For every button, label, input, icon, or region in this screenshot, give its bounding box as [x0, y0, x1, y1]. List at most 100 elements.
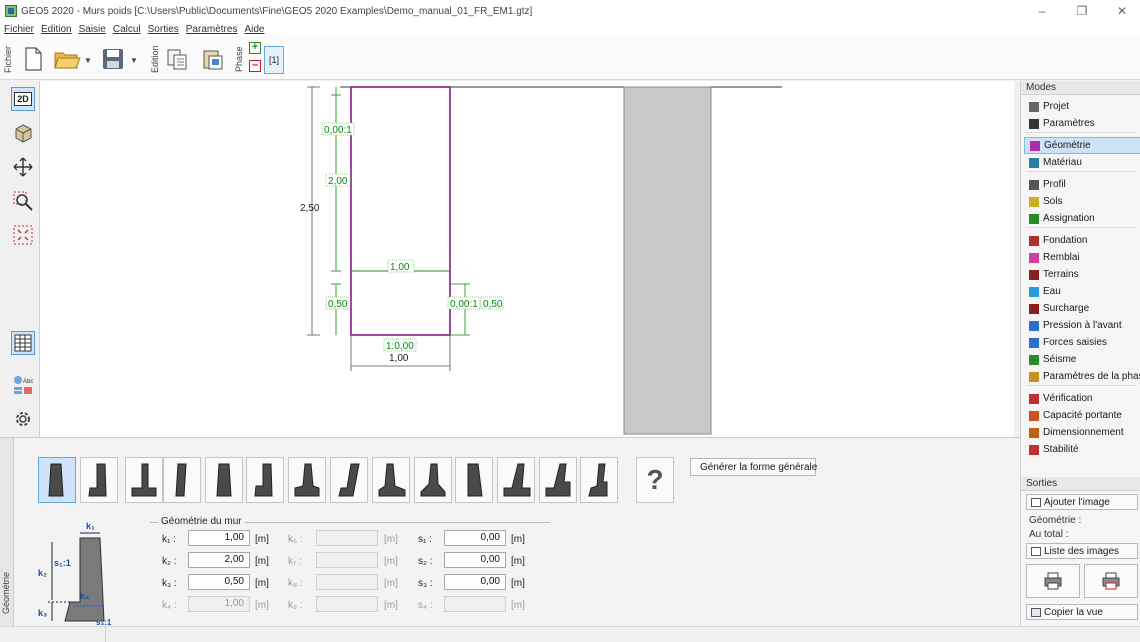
zoom-magnifier-icon	[13, 191, 33, 211]
wall-shape-icon	[88, 463, 107, 497]
wall-shape-button-11[interactable]	[455, 457, 493, 503]
menu-sorties[interactable]: Sorties	[148, 24, 179, 35]
mode-item-backfill[interactable]: Remblai	[1024, 249, 1140, 266]
add-image-button[interactable]: Ajouter l'image	[1026, 494, 1138, 510]
add-phase-button[interactable]: +	[249, 42, 261, 54]
drawing-styles-button[interactable]: Abc	[11, 373, 35, 397]
earthquake-icon	[1029, 354, 1039, 365]
svg-text:k₄: k₄	[80, 591, 89, 601]
mode-item-water[interactable]: Eau	[1024, 283, 1140, 300]
mode-item-foundation[interactable]: Fondation	[1024, 232, 1140, 249]
s1-input[interactable]: 0,00	[444, 530, 506, 546]
wall-shape-button-14[interactable]	[580, 457, 618, 503]
open-dropdown-icon[interactable]: ▼	[84, 56, 92, 65]
k7-unit: [m]	[384, 556, 398, 567]
image-list-button[interactable]: Liste des images	[1026, 543, 1138, 559]
generate-general-shape-button[interactable]: Générer la forme générale	[690, 458, 817, 476]
paste-data-icon	[203, 50, 223, 70]
mode-item-stage-settings[interactable]: Paramètres de la phase	[1024, 368, 1140, 385]
copy-view-button[interactable]: Copier la vue	[1026, 604, 1138, 620]
wall-shape-button-9[interactable]	[372, 457, 410, 503]
save-dropdown-icon[interactable]: ▼	[130, 56, 138, 65]
mode-item-geometry[interactable]: Géométrie	[1024, 137, 1140, 154]
mode-item-project[interactable]: Projet	[1024, 98, 1140, 115]
menu-aide[interactable]: Aide	[244, 24, 264, 35]
toolbar: Fichier ▼ ▼ Edition Phase + – [1]	[0, 36, 1140, 80]
close-button[interactable]: ✕	[1104, 0, 1140, 22]
mode-item-applied-forces[interactable]: Forces saisies	[1024, 334, 1140, 351]
menu-calcul[interactable]: Calcul	[113, 24, 141, 35]
mode-item-label: Pression à l'avant	[1043, 320, 1122, 331]
s3-input[interactable]: 0,00	[444, 574, 506, 590]
gear-icon	[16, 412, 30, 426]
copy-data-icon	[167, 49, 187, 70]
wall-shape-button-4[interactable]	[163, 457, 201, 503]
mode-item-label: Géométrie	[1044, 140, 1091, 151]
help-button[interactable]: ?	[636, 457, 674, 503]
mode-item-dimensioning[interactable]: Dimensionnement	[1024, 424, 1140, 441]
mode-item-assignment[interactable]: Assignation	[1024, 210, 1140, 227]
copy-data-button[interactable]	[162, 44, 192, 74]
app-logo-icon	[5, 5, 17, 17]
mode-item-profile[interactable]: Profil	[1024, 176, 1140, 193]
soil-block	[623, 86, 712, 435]
geometry-icon	[1030, 140, 1040, 151]
pan-button[interactable]	[11, 155, 35, 179]
print-export-button[interactable]	[1084, 564, 1138, 598]
settings-button[interactable]	[11, 407, 35, 431]
material-icon	[1029, 157, 1039, 168]
mode-item-stability[interactable]: Stabilité	[1024, 441, 1140, 458]
menu-edition[interactable]: Edition	[41, 24, 72, 35]
new-file-button[interactable]	[18, 44, 48, 74]
s1-unit: [m]	[511, 534, 525, 545]
minimize-button[interactable]: –	[1024, 0, 1060, 22]
water-icon	[1029, 286, 1039, 297]
menu-bar: Fichier Edition Saisie Calcul Sorties Pa…	[0, 22, 1140, 36]
maximize-button[interactable]: ❐	[1064, 0, 1100, 22]
wall-shape-button-7[interactable]	[288, 457, 326, 503]
paste-data-button[interactable]	[198, 44, 228, 74]
open-file-button[interactable]	[52, 44, 82, 74]
drawing-canvas[interactable]: 0,00:1 2,00 1,00 0,50 0,00:1 0,50 1:0,00…	[40, 81, 1014, 437]
mode-item-earthquake[interactable]: Séisme	[1024, 351, 1140, 368]
cube-3d-icon	[15, 124, 32, 143]
k8-unit: [m]	[384, 578, 398, 589]
zoom-fit-button[interactable]	[11, 223, 35, 247]
mode-item-front-pressure[interactable]: Pression à l'avant	[1024, 317, 1140, 334]
mode-item-verification[interactable]: Vérification	[1024, 390, 1140, 407]
wall-shape-button-8[interactable]	[330, 457, 368, 503]
add-image-icon	[1031, 497, 1041, 507]
menu-parametres[interactable]: Paramètres	[186, 24, 238, 35]
view-3d-button[interactable]	[11, 121, 35, 145]
wall-shape-button-2[interactable]	[80, 457, 118, 503]
wall-shape-button-1[interactable]	[38, 457, 76, 503]
svg-text:Abc: Abc	[23, 379, 33, 385]
remove-phase-button[interactable]: –	[249, 60, 261, 72]
print-button[interactable]	[1026, 564, 1080, 598]
wall-shape-button-3[interactable]	[125, 457, 163, 503]
zoom-extents-icon	[13, 225, 33, 245]
k3-input[interactable]: 0,50	[188, 574, 250, 590]
mode-item-material[interactable]: Matériau	[1024, 154, 1140, 171]
mode-item-surcharge[interactable]: Surcharge	[1024, 300, 1140, 317]
k1-input[interactable]: 1,00	[188, 530, 250, 546]
k2-input[interactable]: 2,00	[188, 552, 250, 568]
wall-shape-button-5[interactable]	[205, 457, 243, 503]
mode-item-terrain[interactable]: Terrains	[1024, 266, 1140, 283]
menu-saisie[interactable]: Saisie	[79, 24, 106, 35]
mode-item-settings-gear[interactable]: Paramètres	[1024, 115, 1140, 132]
wall-shape-button-10[interactable]	[414, 457, 452, 503]
table-view-button[interactable]	[11, 331, 35, 355]
save-button[interactable]	[98, 44, 128, 74]
wall-shape-button-6[interactable]	[246, 457, 284, 503]
phase-tab-1[interactable]: [1]	[264, 46, 284, 74]
zoom-button[interactable]	[11, 189, 35, 213]
s2-input[interactable]: 0,00	[444, 552, 506, 568]
mode-item-soils[interactable]: Sols	[1024, 193, 1140, 210]
wall-shape-button-13[interactable]	[539, 457, 577, 503]
dim-label-k3-right: 0,50	[483, 299, 503, 310]
wall-shape-button-12[interactable]	[497, 457, 535, 503]
mode-item-bearing-capacity[interactable]: Capacité portante	[1024, 407, 1140, 424]
view-2d-button[interactable]: 2D	[11, 87, 35, 111]
menu-fichier[interactable]: Fichier	[4, 24, 34, 35]
